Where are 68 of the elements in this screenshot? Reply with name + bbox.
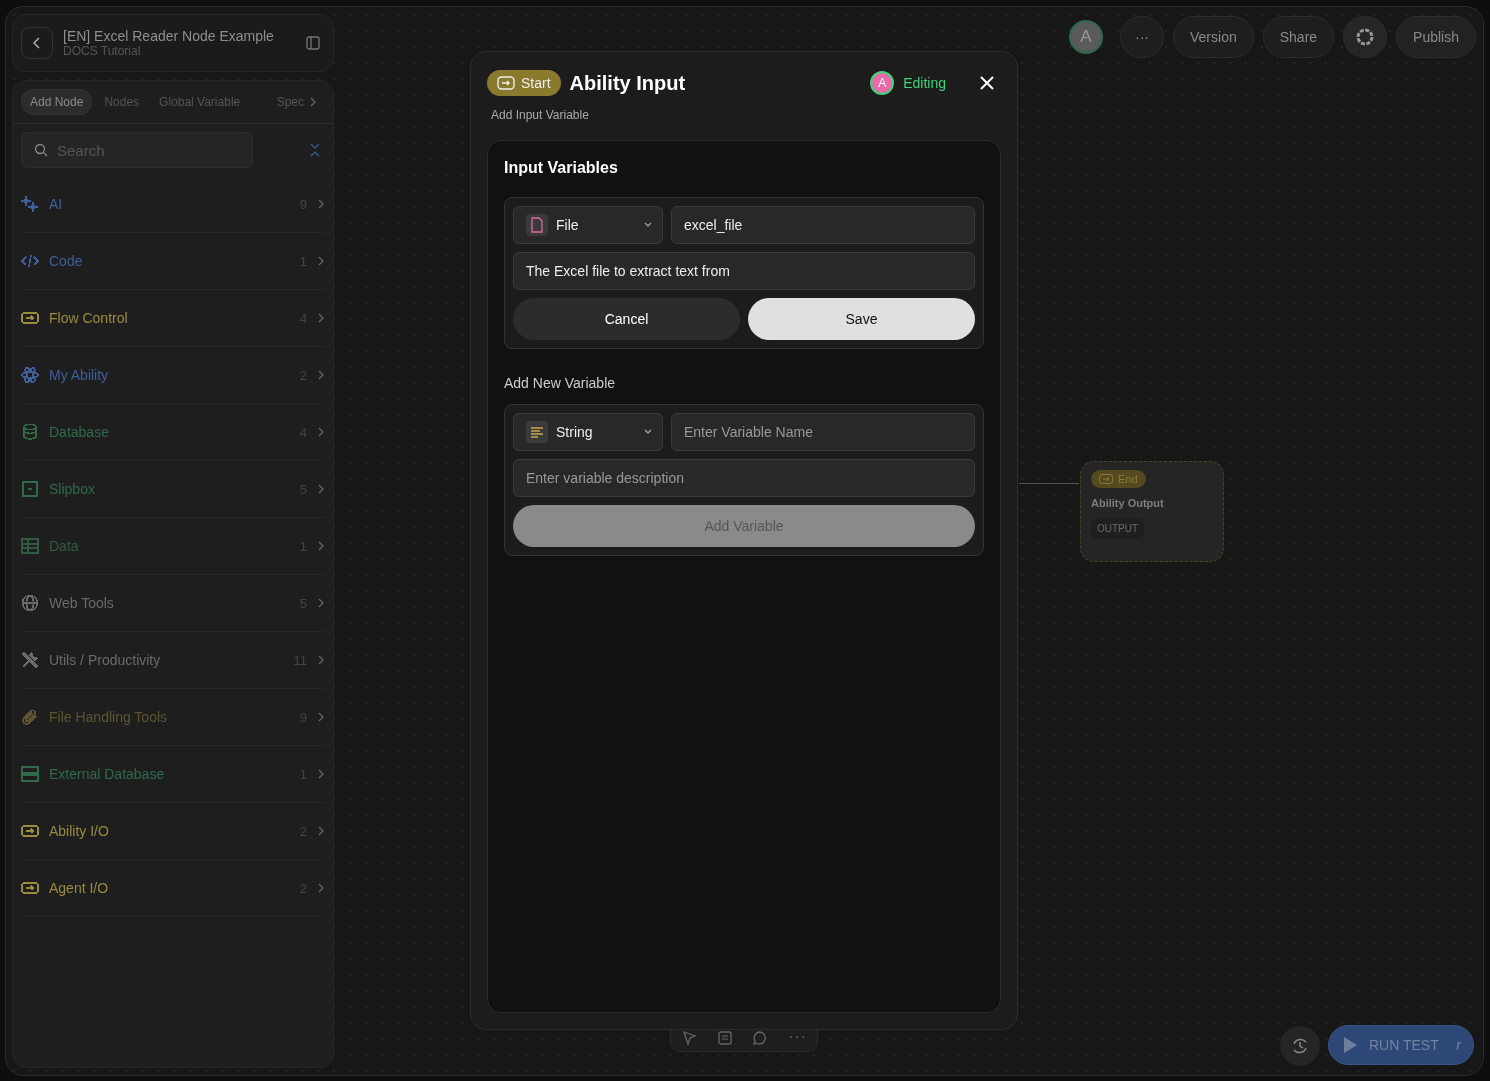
category-label: Ability I/O bbox=[49, 823, 110, 839]
category-label: Utils / Productivity bbox=[49, 652, 162, 668]
settings-button[interactable] bbox=[1343, 16, 1388, 58]
chevron-icon bbox=[317, 198, 325, 210]
more-button[interactable]: ··· bbox=[788, 1028, 808, 1046]
note-icon[interactable] bbox=[716, 1030, 733, 1046]
chevron-icon bbox=[317, 768, 325, 780]
header-button[interactable]: Version bbox=[1173, 16, 1254, 58]
panel-tab[interactable]: Add Node bbox=[21, 89, 93, 115]
category-label: Flow Control bbox=[49, 310, 129, 326]
collapse-icon[interactable] bbox=[309, 142, 321, 158]
section-label: Add New Variable bbox=[504, 375, 617, 391]
category-label: AI bbox=[49, 196, 64, 212]
chevron-icon bbox=[309, 97, 317, 107]
chevron-icon bbox=[317, 711, 325, 723]
category-label: Agent I/O bbox=[49, 880, 110, 896]
back-button[interactable] bbox=[21, 27, 53, 59]
caret-icon bbox=[644, 222, 652, 228]
text-lines-icon bbox=[526, 421, 548, 443]
editor-avatar: A bbox=[870, 71, 895, 95]
category-label: File Handling Tools bbox=[49, 709, 169, 725]
chevron-icon bbox=[317, 312, 325, 324]
dialog-title: Ability Input bbox=[569, 71, 687, 95]
history-icon bbox=[1290, 1036, 1310, 1056]
caret-icon bbox=[644, 429, 652, 435]
user-avatar[interactable]: A bbox=[1069, 20, 1103, 54]
comment-icon[interactable] bbox=[752, 1030, 769, 1046]
node-title: Ability Output bbox=[1091, 497, 1164, 509]
connector-line bbox=[1019, 483, 1079, 484]
dialog-subtitle: Add Input Variable bbox=[491, 108, 590, 122]
category-label: Data bbox=[49, 538, 80, 554]
chevron-icon bbox=[317, 426, 325, 438]
category-label: External Database bbox=[49, 766, 166, 782]
chevron-icon bbox=[317, 597, 325, 609]
file-icon bbox=[526, 214, 548, 236]
chevron-icon bbox=[317, 882, 325, 894]
more-button[interactable]: ··· bbox=[1120, 16, 1164, 58]
header-button[interactable]: Share bbox=[1262, 16, 1335, 58]
close-button[interactable] bbox=[979, 75, 995, 91]
category-label: Code bbox=[49, 253, 84, 269]
category-label: Web Tools bbox=[49, 595, 115, 611]
cancel-button[interactable]: Cancel bbox=[513, 298, 740, 340]
section-title: Input Variables bbox=[504, 159, 619, 177]
chevron-icon bbox=[317, 483, 325, 495]
category-label: Database bbox=[49, 424, 110, 440]
chevron-icon bbox=[317, 540, 325, 552]
sidebar-toggle-icon[interactable] bbox=[305, 35, 321, 51]
search-icon bbox=[34, 143, 48, 157]
variable-description-field[interactable]: The Excel file to extract text from bbox=[513, 252, 975, 290]
chevron-icon bbox=[317, 654, 325, 666]
chevron-icon bbox=[317, 369, 325, 381]
chevron-icon bbox=[317, 255, 325, 267]
publish-button[interactable]: Publish bbox=[1396, 16, 1476, 58]
save-button[interactable]: Save bbox=[748, 298, 975, 340]
project-title: [EN] Excel Reader Node Example bbox=[63, 28, 275, 44]
type-select[interactable]: File bbox=[513, 206, 663, 244]
editing-status: Editing bbox=[903, 75, 946, 91]
run-test-button[interactable]: RUN TEST r bbox=[1328, 1025, 1474, 1065]
pointer-icon[interactable] bbox=[680, 1030, 697, 1046]
project-subtitle: DOCS Tutorial bbox=[63, 44, 142, 58]
node-tag: OUTPUT bbox=[1091, 518, 1145, 539]
variable-name-field[interactable]: excel_file bbox=[671, 206, 975, 244]
category-label: My Ability bbox=[49, 367, 110, 383]
chevron-icon bbox=[317, 825, 325, 837]
history-button[interactable] bbox=[1280, 1026, 1320, 1066]
start-badge: Start bbox=[487, 70, 561, 96]
play-icon bbox=[1341, 1036, 1359, 1054]
category-label: Slipbox bbox=[49, 481, 96, 497]
